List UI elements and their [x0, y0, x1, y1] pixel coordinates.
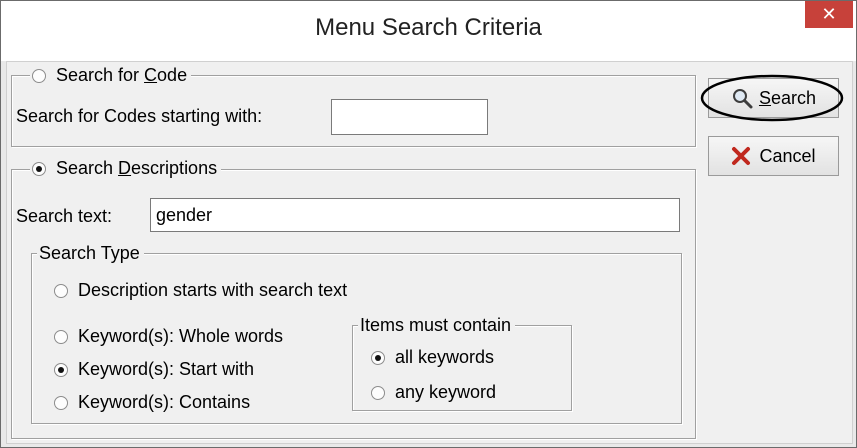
- option-any-keyword-radio[interactable]: [371, 385, 385, 400]
- option-all-keywords-label: all keywords: [395, 347, 495, 367]
- dialog-body: Search for Code Search for Codes startin…: [6, 61, 853, 444]
- option-whole-words[interactable]: Keyword(s): Whole words: [54, 326, 283, 347]
- codes-starting-label: Search for Codes starting with:: [16, 106, 263, 126]
- option-description-starts-radio[interactable]: [54, 283, 68, 298]
- items-must-contain-legend: Items must contain: [358, 315, 516, 336]
- option-start-with-radio[interactable]: [54, 362, 68, 377]
- title-bar: Menu Search Criteria ✕: [1, 1, 856, 61]
- option-description-starts[interactable]: Description starts with search text: [54, 280, 347, 301]
- annotation-circle: [700, 74, 844, 122]
- option-whole-words-label: Keyword(s): Whole words: [78, 326, 284, 346]
- search-for-code-radio-circle[interactable]: [32, 68, 46, 83]
- option-any-keyword[interactable]: any keyword: [371, 382, 496, 403]
- search-text-label: Search text:: [16, 206, 113, 226]
- codes-starting-input[interactable]: [331, 99, 488, 135]
- option-start-with[interactable]: Keyword(s): Start with: [54, 359, 254, 380]
- option-start-with-label: Keyword(s): Start with: [78, 359, 255, 379]
- option-whole-words-radio[interactable]: [54, 329, 68, 344]
- cancel-button[interactable]: Cancel: [708, 136, 839, 176]
- option-description-starts-label: Description starts with search text: [78, 280, 348, 300]
- cancel-button-label: Cancel: [759, 145, 816, 166]
- close-icon: ✕: [821, 4, 837, 24]
- search-descriptions-radio-circle[interactable]: [32, 161, 46, 176]
- option-contains[interactable]: Keyword(s): Contains: [54, 392, 250, 413]
- search-descriptions-label: Search Descriptions: [56, 158, 218, 178]
- search-for-code-radio[interactable]: Search for Code: [30, 65, 192, 86]
- window-title: Menu Search Criteria: [315, 14, 542, 41]
- search-descriptions-radio[interactable]: Search Descriptions: [30, 158, 222, 179]
- dialog-window: Menu Search Criteria ✕ Search for Code S…: [0, 0, 857, 448]
- close-button[interactable]: ✕: [805, 1, 853, 28]
- red-x-icon: [732, 147, 751, 165]
- option-contains-label: Keyword(s): Contains: [78, 392, 251, 412]
- option-any-keyword-label: any keyword: [395, 382, 497, 402]
- search-text-input[interactable]: [150, 198, 680, 232]
- search-type-legend: Search Type: [37, 243, 144, 264]
- search-for-code-label: Search for Code: [56, 65, 188, 85]
- option-all-keywords-radio[interactable]: [371, 350, 385, 365]
- option-contains-radio[interactable]: [54, 395, 68, 410]
- option-all-keywords[interactable]: all keywords: [371, 347, 494, 368]
